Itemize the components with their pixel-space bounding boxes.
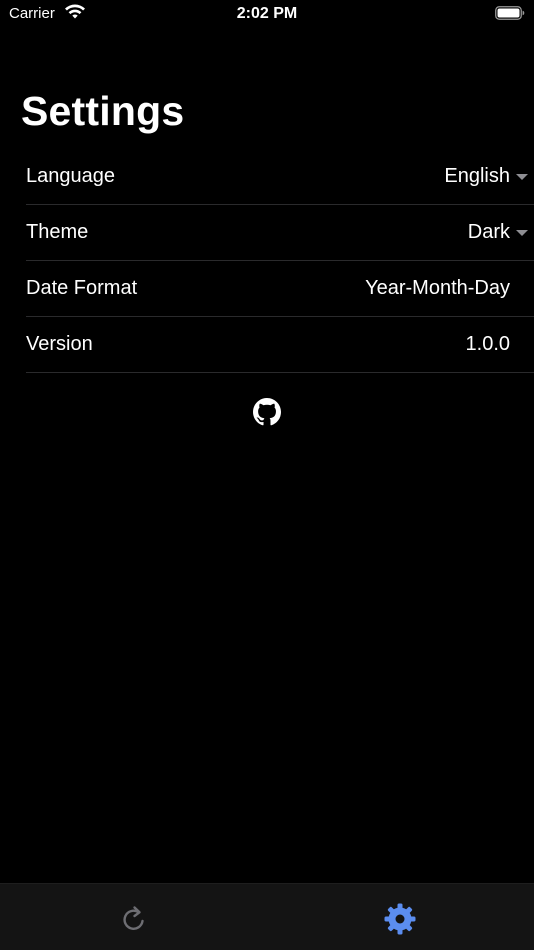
page-title: Settings [21,88,185,134]
status-time: 2:02 PM [236,5,298,22]
dropdown-caret-icon [516,229,528,236]
language-label: Language [26,165,115,187]
status-bar: Carrier 2:02 PM [0,0,534,30]
setting-row-language[interactable]: Language English [26,149,534,205]
date-format-value[interactable]: Year-Month-Day [365,277,510,300]
tab-bar [0,883,534,950]
setting-row-version: Version 1.0.0 [26,317,534,373]
github-icon[interactable] [253,398,281,426]
battery-icon [495,6,525,20]
language-value: English [444,165,510,187]
date-format-label: Date Format [26,277,138,299]
version-value: 1.0.0 [465,333,510,355]
language-select[interactable]: English [444,165,528,188]
gear-icon[interactable] [381,900,419,938]
setting-row-date-format[interactable]: Date Format Year-Month-Day [26,261,534,317]
refresh-icon[interactable] [115,900,153,938]
theme-value: Dark [467,221,510,243]
settings-list: Language English Theme Dark Date Format … [26,149,534,373]
dropdown-caret-icon [516,173,528,180]
theme-label: Theme [26,221,89,243]
setting-row-theme[interactable]: Theme Dark [26,205,534,261]
version-label: Version [26,333,93,355]
theme-select[interactable]: Dark [467,221,528,244]
